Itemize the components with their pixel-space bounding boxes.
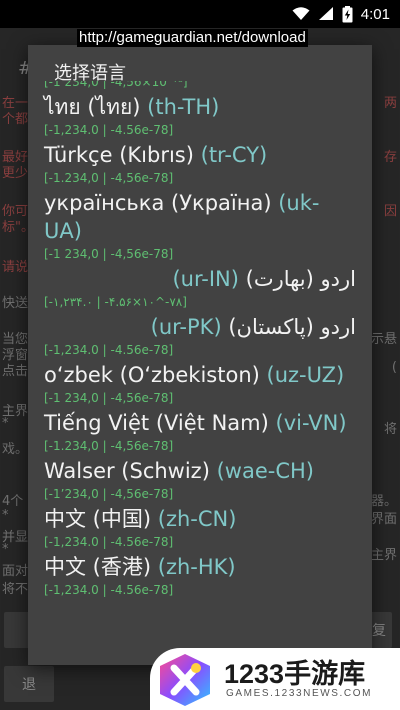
bg-text: 器。 bbox=[370, 494, 397, 509]
signal-icon bbox=[318, 7, 333, 20]
number-format-sample: [-1,234.0 | -4.56e-78] bbox=[44, 343, 174, 357]
language-code: (wae-CH) bbox=[216, 459, 314, 483]
bg-text: 戏。 bbox=[2, 442, 29, 457]
language-label: Tiếng Việt (Việt Nam) bbox=[44, 411, 269, 435]
bg-text: 示悬 bbox=[370, 332, 397, 347]
bg-text: 因 bbox=[383, 204, 397, 219]
language-code: (tr-CY) bbox=[200, 143, 268, 167]
bg-text: 更少 bbox=[2, 166, 29, 181]
language-list-inner: [-1 234,0 | -4,56×10⁻⁷⁸] ไทย (ไทย) (th-TH… bbox=[28, 81, 372, 601]
watermark-text: 1233手游库 bbox=[224, 659, 366, 689]
watermark-logo-icon bbox=[160, 654, 210, 706]
language-label: 中文 (香港) bbox=[44, 555, 152, 579]
status-bar: 4:01 bbox=[0, 0, 400, 28]
language-code: (th-TH) bbox=[147, 95, 220, 119]
language-name: (ur-IN) اردو (بھارت) bbox=[44, 265, 356, 293]
language-option[interactable]: oʻzbek (Oʻzbekiston) (uz-UZ) [-1 234,0 | … bbox=[28, 361, 372, 407]
download-url[interactable]: http://gameguardian.net/download bbox=[77, 29, 308, 47]
language-label: oʻzbek (Oʻzbekiston) bbox=[44, 363, 260, 387]
bg-text: 将不 bbox=[2, 582, 29, 597]
bg-text: 请说 bbox=[2, 260, 29, 275]
language-code: (zh-HK) bbox=[157, 555, 236, 579]
bg-text: 存 bbox=[383, 150, 397, 165]
language-option[interactable]: ไทย (ไทย) (th-TH) [-1,234.0 | -4.56e-78] bbox=[28, 93, 372, 139]
language-option[interactable]: Tiếng Việt (Việt Nam) (vi-VN) [-1.234,0 |… bbox=[28, 409, 372, 455]
language-option[interactable]: Walser (Schwiz) (wae-CH) [-1’234,0 | -4,5… bbox=[28, 457, 372, 503]
bg-text: 主界 bbox=[370, 548, 397, 563]
watermark-url: GAMES.1233NEWS.COM bbox=[226, 688, 373, 699]
language-option[interactable]: (ur-PK) اردو (پاکستان) [-1,234.0 | -4.56e… bbox=[28, 313, 372, 359]
bg-text: * bbox=[2, 508, 9, 523]
language-option[interactable]: (ur-IN) اردو (بھارت) [-۱,۲۳۴.۰ | -۴.۵۶×۱۰… bbox=[28, 265, 372, 311]
language-name: Tiếng Việt (Việt Nam) (vi-VN) bbox=[44, 409, 356, 437]
status-icons: 4:01 bbox=[292, 0, 400, 28]
language-code: (ur-IN) bbox=[172, 267, 239, 291]
bg-text: 将 bbox=[383, 422, 397, 437]
language-label: ไทย (ไทย) bbox=[44, 95, 141, 119]
number-format-sample: [-1.234,0 | -4,56e-78] bbox=[44, 171, 174, 185]
bg-text: 4个 bbox=[2, 494, 24, 509]
language-option[interactable]: 中文 (中国) (zh-CN) [-1,234.0 | -4.56e-78] bbox=[28, 505, 372, 551]
language-option[interactable]: Türkçe (Kıbrıs) (tr-CY) [-1.234,0 | -4,56… bbox=[28, 141, 372, 187]
bg-text: 快送 bbox=[2, 296, 29, 311]
bg-text: 面对 bbox=[2, 564, 29, 579]
bg-text: * bbox=[2, 542, 9, 557]
language-label: اردو (پاکستان) bbox=[228, 315, 356, 339]
number-format-sample: [-1,234.0 | -4.56e-78] bbox=[44, 123, 174, 137]
number-format-sample: [-1 234,0 | -4,56×10⁻⁷⁸] bbox=[44, 81, 188, 89]
number-format-sample: [-۱,۲۳۴.۰ | -۴.۵۶×۱۰^-۷۸] bbox=[44, 295, 187, 309]
language-list[interactable]: [-1 234,0 | -4,56×10⁻⁷⁸] ไทย (ไทย) (th-TH… bbox=[28, 81, 372, 665]
language-name: Walser (Schwiz) (wae-CH) bbox=[44, 457, 356, 485]
wifi-icon bbox=[292, 7, 310, 20]
language-code: (ur-PK) bbox=[150, 315, 222, 339]
language-code: (uz-UZ) bbox=[266, 363, 345, 387]
number-format-sample: [-1 234,0 | -4,56e-78] bbox=[44, 247, 174, 261]
language-name: 中文 (中国) (zh-CN) bbox=[44, 505, 356, 533]
bg-text: 界面 bbox=[370, 512, 397, 527]
language-name: oʻzbek (Oʻzbekiston) (uz-UZ) bbox=[44, 361, 356, 389]
language-dialog: 选择语言 [-1 234,0 | -4,56×10⁻⁷⁸] ไทย (ไทย) (… bbox=[28, 45, 372, 665]
language-name: Türkçe (Kıbrıs) (tr-CY) bbox=[44, 141, 356, 169]
language-code: (zh-CN) bbox=[157, 507, 237, 531]
language-option[interactable]: українська (Україна) (uk-UA) [-1 234,0 | … bbox=[28, 189, 372, 263]
language-option[interactable]: [-1 234,0 | -4,56×10⁻⁷⁸] bbox=[28, 81, 372, 91]
language-label: اردو (بھارت) bbox=[245, 267, 356, 291]
language-name: українська (Україна) (uk-UA) bbox=[44, 189, 356, 245]
watermark: 1233手游库 GAMES.1233NEWS.COM bbox=[150, 648, 400, 710]
number-format-sample: [-1.234,0 | -4,56e-78] bbox=[44, 439, 174, 453]
battery-icon bbox=[342, 5, 353, 22]
bg-text: 个都 bbox=[2, 112, 29, 127]
bg-text: 两 bbox=[383, 96, 397, 111]
bg-text: * bbox=[2, 416, 9, 431]
language-name: ไทย (ไทย) (th-TH) bbox=[44, 93, 356, 121]
status-time: 4:01 bbox=[360, 5, 390, 23]
language-label: Walser (Schwiz) bbox=[44, 459, 210, 483]
language-code: (vi-VN) bbox=[275, 411, 347, 435]
number-format-sample: [-1 234,0 | -4,56e-78] bbox=[44, 391, 174, 405]
bg-text: ( bbox=[391, 360, 397, 375]
exit-button: 退 bbox=[4, 666, 54, 702]
language-name: 中文 (香港) (zh-HK) bbox=[44, 553, 356, 581]
language-option[interactable]: 中文 (香港) (zh-HK) [-1,234.0 | -4.56e-78] bbox=[28, 553, 372, 599]
language-name: (ur-PK) اردو (پاکستان) bbox=[44, 313, 356, 341]
bg-text: 点击 bbox=[2, 364, 29, 379]
number-format-sample: [-1’234,0 | -4,56e-78] bbox=[44, 487, 174, 501]
language-label: українська (Україна) bbox=[44, 191, 272, 215]
number-format-sample: [-1,234.0 | -4.56e-78] bbox=[44, 583, 174, 597]
language-label: Türkçe (Kıbrıs) bbox=[44, 143, 194, 167]
number-format-sample: [-1,234.0 | -4.56e-78] bbox=[44, 535, 174, 549]
language-label: 中文 (中国) bbox=[44, 507, 152, 531]
